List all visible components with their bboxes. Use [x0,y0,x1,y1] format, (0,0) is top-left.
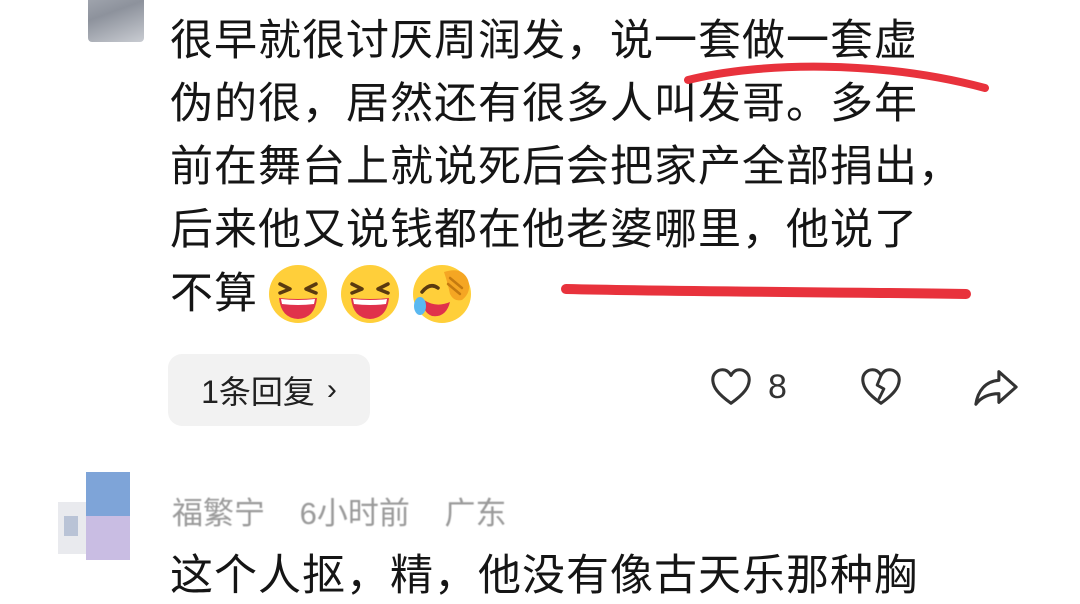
grinning-squint-emoji-icon [338,262,402,326]
comment-line: 很早就很讨厌周润发，说一套做一套虚 [170,16,918,66]
comment-line: 后来他又说钱都在他老婆哪里，他说了 [170,205,918,255]
heart-icon [711,368,751,405]
chevron-right-icon: › [326,373,337,406]
comment-line: 前在舞台上就说死后会把家产全部捐出， [170,142,962,192]
commenter-avatar[interactable] [88,0,144,42]
share-icon [974,370,1018,406]
broken-heart-icon [861,368,901,405]
like-button[interactable]: 8 [708,364,787,410]
rolling-laughing-emoji-icon [410,262,474,326]
like-count: 8 [768,367,787,406]
grinning-squint-emoji-icon [266,262,330,326]
comment-text: 很早就很讨厌周润发，说一套做一套虚 伪的很，居然还有很多人叫发哥。多年 前在舞台… [170,10,1020,326]
comment-line: 不算 [170,268,258,319]
comment-time: 6小时前 [299,496,410,531]
comment-text: 这个人抠，精，他没有像古天乐那种胸 [170,551,918,601]
comment-line: 伪的很，居然还有很多人叫发哥。多年 [170,79,918,129]
view-replies-button[interactable]: 1条回复 › [168,354,370,426]
comment-thread: 很早就很讨厌周润发，说一套做一套虚 伪的很，居然还有很多人叫发哥。多年 前在舞台… [0,0,1080,604]
dislike-button[interactable] [858,364,904,414]
commenter-avatar[interactable] [58,472,130,560]
reply-count-label: 1条回复 [201,374,315,410]
comment-meta: 福繁宁 6小时前 广东 [172,488,533,533]
comment-last-line: 不算 [170,262,1020,326]
author-name[interactable]: 福繁宁 [172,496,265,531]
share-button[interactable] [972,364,1020,414]
comment-location: 广东 [444,496,507,531]
